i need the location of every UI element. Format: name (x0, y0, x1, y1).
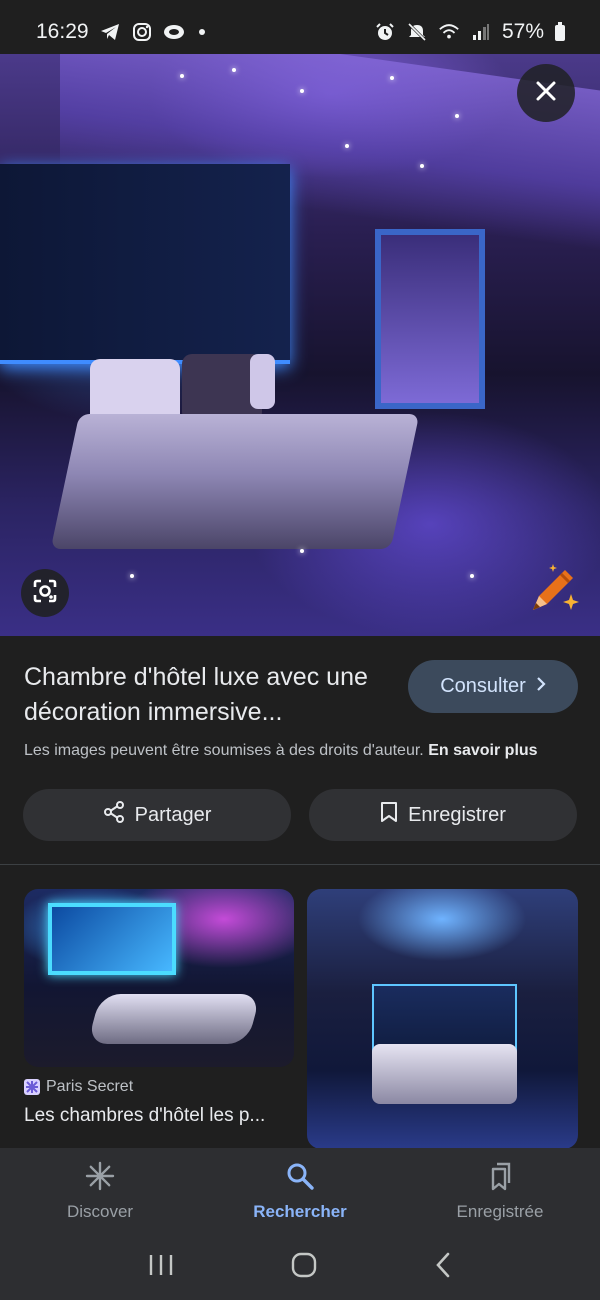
bookmark-icon (380, 801, 398, 829)
telegram-icon (99, 21, 121, 43)
clock: 16:29 (36, 20, 89, 43)
back-icon[interactable] (434, 1252, 452, 1283)
image-wall (0, 164, 290, 364)
image-bed (87, 994, 261, 1044)
nav-search-label: Rechercher (253, 1201, 347, 1221)
nav-saved[interactable]: Enregistrée (400, 1148, 600, 1234)
asterisk-icon (85, 1161, 115, 1196)
share-icon (103, 801, 125, 829)
status-right: 57% (374, 20, 566, 44)
search-icon (285, 1161, 315, 1196)
share-button[interactable]: Partager (23, 789, 291, 841)
recents-icon[interactable] (148, 1253, 174, 1282)
image-title: Chambre d'hôtel luxe avec une décoration… (24, 663, 368, 726)
image-star (345, 144, 349, 148)
copyright-text: Les images peuvent être soumises à des d… (24, 742, 424, 759)
image-star (470, 574, 474, 578)
image-star (232, 68, 236, 72)
chevron-right-icon (536, 675, 546, 698)
google-lens-button[interactable] (21, 569, 69, 617)
snapchat-icon (163, 21, 185, 43)
image-star (390, 76, 394, 80)
image-bed (50, 414, 420, 549)
nav-discover-label: Discover (66, 1201, 134, 1221)
bottom-nav: Discover Rechercher Enregistrée (0, 1148, 600, 1234)
ai-generated-badge[interactable] (525, 560, 583, 618)
visit-button[interactable]: Consulter (408, 660, 578, 713)
divider (0, 864, 600, 865)
close-button[interactable] (517, 64, 575, 122)
copyright-notice: Les images peuvent être soumises à des d… (24, 742, 584, 760)
bookmarks-icon (485, 1161, 515, 1196)
image-star (180, 74, 184, 78)
wifi-icon (438, 21, 460, 43)
save-button[interactable]: Enregistrer (309, 789, 577, 841)
signal-icon (470, 21, 492, 43)
related-source-label: Paris Secret (46, 1078, 134, 1095)
image-pillow (250, 354, 275, 409)
image-bed (372, 1044, 517, 1104)
related-source[interactable]: Paris Secret (24, 1078, 133, 1096)
mute-icon (406, 21, 428, 43)
nav-search[interactable]: Rechercher (200, 1148, 400, 1234)
related-image-1[interactable] (24, 889, 294, 1067)
share-label: Partager (134, 803, 212, 826)
image-star (300, 89, 304, 93)
crayon-icon (525, 564, 583, 622)
notification-dot-icon (198, 29, 205, 35)
related-title[interactable]: Les chambres d'hôtel les p... (24, 1105, 294, 1127)
alarm-icon (374, 21, 396, 43)
nav-discover[interactable]: Discover (0, 1148, 200, 1234)
image-star (420, 164, 424, 168)
google-lens-icon (31, 577, 59, 610)
image-doorway (375, 229, 485, 409)
battery-icon (554, 21, 566, 43)
instagram-icon (131, 21, 153, 43)
close-icon (535, 80, 557, 107)
learn-more-link[interactable]: En savoir plus (428, 742, 537, 759)
status-left: 16:29 (36, 20, 205, 44)
image-star (455, 114, 459, 118)
battery-percent: 57% (501, 20, 544, 43)
favicon-icon (24, 1079, 40, 1095)
hero-image[interactable] (0, 54, 600, 636)
save-label: Enregistrer (408, 803, 506, 826)
image-star (130, 574, 134, 578)
image-screen (48, 903, 176, 975)
image-star (300, 549, 304, 553)
nav-saved-label: Enregistrée (456, 1201, 544, 1221)
home-icon[interactable] (291, 1252, 317, 1283)
system-nav-bar (0, 1234, 600, 1300)
related-image-2[interactable] (307, 889, 578, 1149)
visit-label: Consulter (440, 675, 526, 697)
